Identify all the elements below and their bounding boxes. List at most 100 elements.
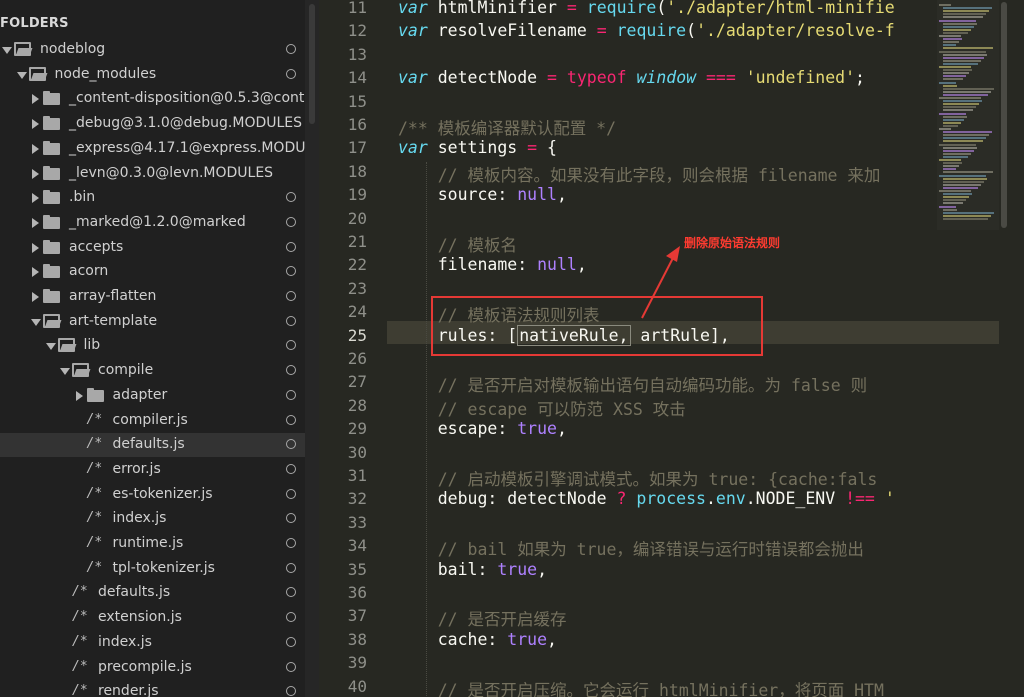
close-circle-icon[interactable] — [286, 291, 296, 301]
close-circle-icon[interactable] — [286, 365, 296, 376]
close-circle-icon[interactable] — [286, 68, 296, 79]
code-token: require — [586, 0, 657, 17]
chevron-down-icon[interactable] — [16, 71, 27, 79]
minimap-line — [943, 121, 961, 124]
sidebar-folder[interactable]: acorn — [0, 260, 305, 284]
line-number: 19 — [347, 185, 367, 205]
close-circle-icon[interactable] — [286, 686, 296, 697]
close-circle-icon[interactable] — [286, 513, 296, 524]
sidebar-file[interactable]: /* tpl-tokenizer.js — [0, 557, 305, 581]
minimap[interactable] — [937, 0, 999, 230]
close-circle-icon[interactable] — [286, 389, 296, 400]
close-circle-icon[interactable] — [286, 44, 296, 54]
minimap-line — [943, 118, 964, 121]
minimap-line — [943, 16, 983, 19]
code-line: var htmlMinifier = require('./adapter/ht… — [398, 0, 895, 17]
minimap-line — [943, 56, 984, 59]
sidebar-item-label: .bin — [69, 189, 96, 206]
close-circle-icon[interactable] — [286, 241, 296, 252]
sidebar-scroll-thumb[interactable] — [309, 4, 315, 124]
code-token: ; — [855, 68, 865, 88]
editor-scrollbar[interactable] — [999, 0, 1009, 697]
chevron-right-icon[interactable] — [32, 292, 39, 302]
line-number: 25 — [347, 325, 367, 345]
close-circle-icon[interactable] — [286, 538, 296, 548]
sidebar-folder[interactable]: adapter — [0, 384, 305, 408]
minimap-line — [939, 97, 981, 99]
code-token: var — [398, 138, 428, 158]
sidebar-scrollbar[interactable] — [305, 0, 319, 697]
sidebar-file[interactable]: /* index.js — [0, 631, 305, 655]
sidebar-item-label: index.js — [112, 510, 167, 527]
close-circle-icon[interactable] — [286, 266, 296, 277]
sidebar-folder[interactable]: accepts — [0, 236, 305, 260]
sidebar-file[interactable]: /* compiler.js — [0, 409, 305, 433]
minimap-line — [943, 13, 986, 16]
close-circle-icon[interactable] — [286, 463, 296, 474]
code-token: './adapter/resolve-f — [696, 21, 895, 41]
minimap-line — [943, 177, 987, 180]
sidebar-folder[interactable]: art-template — [0, 310, 305, 334]
sidebar-file[interactable]: /* runtime.js — [0, 532, 305, 556]
close-circle-icon[interactable] — [286, 192, 296, 203]
minimap-line — [943, 87, 994, 90]
chevron-right-icon[interactable] — [32, 267, 39, 278]
sidebar-file[interactable]: /* error.js — [0, 458, 305, 482]
close-circle-icon[interactable] — [286, 216, 296, 227]
close-circle-icon[interactable] — [286, 612, 296, 623]
sidebar-folder[interactable]: compile — [0, 359, 305, 383]
sidebar-folder[interactable]: array-flatten — [0, 285, 305, 309]
chevron-down-icon[interactable] — [60, 368, 70, 376]
chevron-down-icon[interactable] — [2, 47, 12, 54]
code-token: . — [705, 489, 716, 509]
line-number: 12 — [347, 21, 367, 41]
chevron-right-icon[interactable] — [32, 193, 39, 204]
sidebar-folder[interactable]: node_modules — [0, 63, 305, 87]
sidebar-folder[interactable]: _content-disposition@0.5.3@conten — [0, 87, 305, 111]
sidebar-file[interactable]: /* defaults.js — [0, 433, 305, 458]
folder-icon — [43, 214, 60, 229]
sidebar-folder[interactable]: _levn@0.3.0@levn.MODULES — [0, 162, 305, 186]
sidebar-file[interactable]: /* extension.js — [0, 606, 305, 630]
chevron-right-icon[interactable] — [32, 119, 39, 130]
close-circle-icon[interactable] — [286, 636, 296, 647]
sidebar-file[interactable]: /* precompile.js — [0, 656, 305, 680]
chevron-down-icon[interactable] — [31, 318, 41, 326]
code-line: // 模板内容。如果没有此字段，则会根据 filename 来加 — [398, 162, 881, 186]
chevron-right-icon[interactable] — [32, 242, 39, 253]
chevron-right-icon[interactable] — [75, 390, 83, 401]
sidebar-folder[interactable]: nodeblog — [0, 38, 305, 62]
editor-scroll-thumb[interactable] — [1001, 2, 1007, 228]
sidebar-folder[interactable]: _marked@1.2.0@marked — [0, 211, 305, 235]
code-token: , — [547, 629, 557, 649]
code-token: true — [507, 629, 548, 649]
close-circle-icon[interactable] — [286, 562, 296, 573]
sidebar-file[interactable]: /* render.js — [0, 680, 305, 697]
sidebar-file[interactable]: /* defaults.js — [0, 581, 305, 605]
close-circle-icon[interactable] — [286, 340, 296, 351]
code-token: { — [537, 138, 557, 158]
sidebar-folder[interactable]: .bin — [0, 186, 305, 210]
chevron-right-icon[interactable] — [32, 217, 39, 228]
annotation-label: 删除原始语法规则 — [684, 236, 781, 250]
sidebar-file[interactable]: /* es-tokenizer.js — [0, 483, 305, 507]
sidebar-folder[interactable]: _express@4.17.1@express.MODULE — [0, 137, 305, 161]
close-circle-icon[interactable] — [286, 315, 296, 326]
close-circle-icon[interactable] — [286, 661, 296, 672]
chevron-right-icon[interactable] — [32, 94, 39, 105]
close-circle-icon[interactable] — [286, 587, 296, 598]
chevron-down-icon[interactable] — [45, 343, 56, 351]
chevron-right-icon[interactable] — [32, 168, 39, 179]
sidebar-folder[interactable]: lib — [0, 334, 305, 358]
close-circle-icon[interactable] — [286, 414, 296, 425]
close-circle-icon[interactable] — [286, 439, 296, 450]
chevron-right-icon[interactable] — [32, 143, 39, 154]
code-token: bail: — [398, 559, 498, 579]
sidebar-folder[interactable]: _debug@3.1.0@debug.MODULES — [0, 112, 305, 136]
code-token: var — [398, 0, 428, 17]
line-number: 36 — [347, 583, 367, 602]
sidebar-file[interactable]: /* index.js — [0, 507, 305, 531]
close-circle-icon[interactable] — [286, 488, 296, 499]
